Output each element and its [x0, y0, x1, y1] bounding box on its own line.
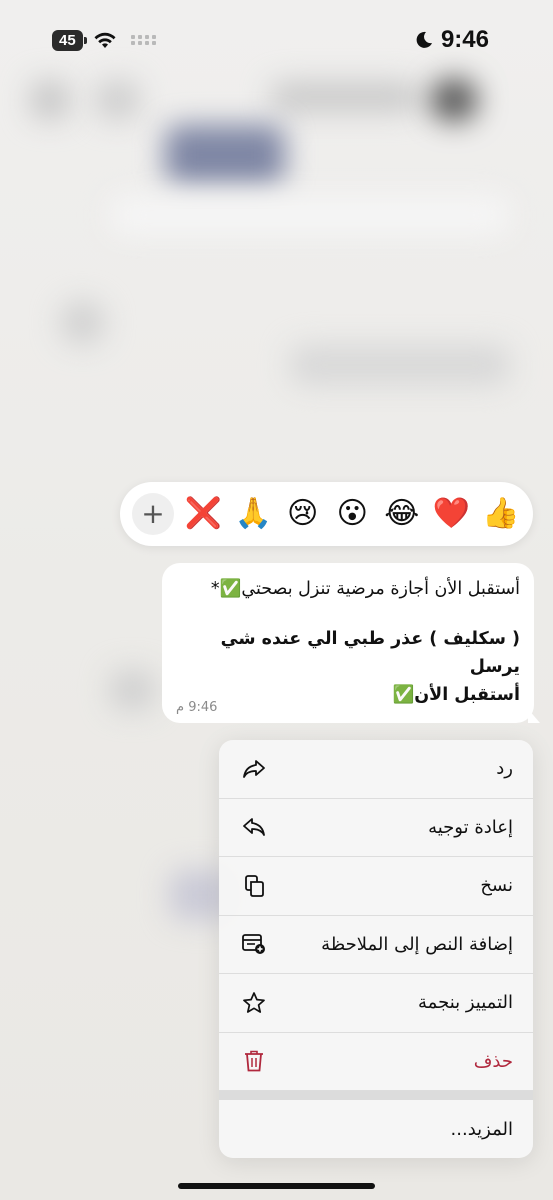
forward-icon — [241, 814, 267, 840]
blurred-bubble — [290, 345, 510, 385]
reaction-surprised-face[interactable]: 😮 — [332, 499, 372, 529]
reaction-folded-hands[interactable]: 🙏 — [233, 499, 273, 529]
menu-separator — [219, 1091, 533, 1100]
menu-item-label: رد — [496, 758, 513, 780]
menu-item-label: المزيد... — [450, 1118, 513, 1140]
context-menu: رد إعادة توجيه نسخ إضافة النص إلى الملاح… — [219, 740, 533, 1158]
reaction-bar: + ❌ 🙏 😢 😮 😂 ❤️ 👍 — [120, 482, 533, 546]
plus-icon: + — [141, 497, 165, 530]
message-line-2: ( سكليف ) عذر طبي الي عنده شي يرسل — [220, 629, 520, 677]
signal-dots-icon — [130, 35, 156, 45]
trash-icon — [241, 1048, 267, 1074]
reaction-crying-face[interactable]: 😢 — [283, 499, 323, 529]
menu-item-forward[interactable]: إعادة توجيه — [219, 799, 533, 857]
menu-item-label: التمييز بنجمة — [418, 992, 513, 1014]
blurred-header-title — [270, 82, 420, 112]
wifi-icon — [94, 32, 116, 48]
reaction-cross-mark[interactable]: ❌ — [184, 499, 224, 529]
add-reaction-button[interactable]: + — [132, 493, 174, 535]
blurred-header-icon — [95, 80, 140, 120]
reply-icon — [241, 756, 267, 782]
menu-item-label: حذف — [473, 1050, 513, 1072]
star-icon — [241, 990, 267, 1016]
moon-icon — [416, 31, 432, 48]
message-bubble[interactable]: أستقبل الأن أجازة مرضية تنزل بصحتي✅* ( س… — [162, 563, 540, 723]
menu-item-label: نسخ — [480, 875, 513, 897]
message-line-3: أستقبل الأن✅ — [392, 685, 520, 705]
blurred-header-badge — [165, 125, 285, 185]
status-time: 9:46 — [440, 26, 489, 53]
blurred-back-button — [30, 80, 70, 120]
menu-item-label: إضافة النص إلى الملاحظة — [321, 933, 513, 955]
menu-item-delete[interactable]: حذف — [219, 1033, 533, 1091]
reaction-thumbs-up[interactable]: 👍 — [481, 499, 521, 529]
blurred-avatar-small — [110, 670, 155, 710]
menu-item-star[interactable]: التمييز بنجمة — [219, 974, 533, 1033]
reaction-laughing-face[interactable]: 😂 — [382, 499, 422, 529]
menu-item-label: إعادة توجيه — [428, 816, 513, 838]
menu-item-copy[interactable]: نسخ — [219, 857, 533, 916]
status-bar: 45 9:46 — [0, 0, 553, 80]
message-timestamp: 9:46 م — [176, 700, 218, 715]
menu-item-more[interactable]: المزيد... — [219, 1100, 533, 1158]
message-line-1: أستقبل الأن أجازة مرضية تنزل بصحتي✅* — [210, 579, 520, 599]
menu-item-reply[interactable]: رد — [219, 740, 533, 799]
reaction-red-heart[interactable]: ❤️ — [431, 499, 471, 529]
blurred-avatar — [430, 78, 478, 122]
battery-indicator: 45 — [52, 29, 87, 51]
blurred-bubble — [110, 195, 510, 235]
copy-icon — [241, 873, 267, 899]
menu-item-add-to-note[interactable]: إضافة النص إلى الملاحظة — [219, 916, 533, 974]
blurred-avatar-small — [60, 300, 105, 345]
add-note-icon — [241, 931, 267, 957]
home-indicator[interactable] — [178, 1183, 375, 1189]
